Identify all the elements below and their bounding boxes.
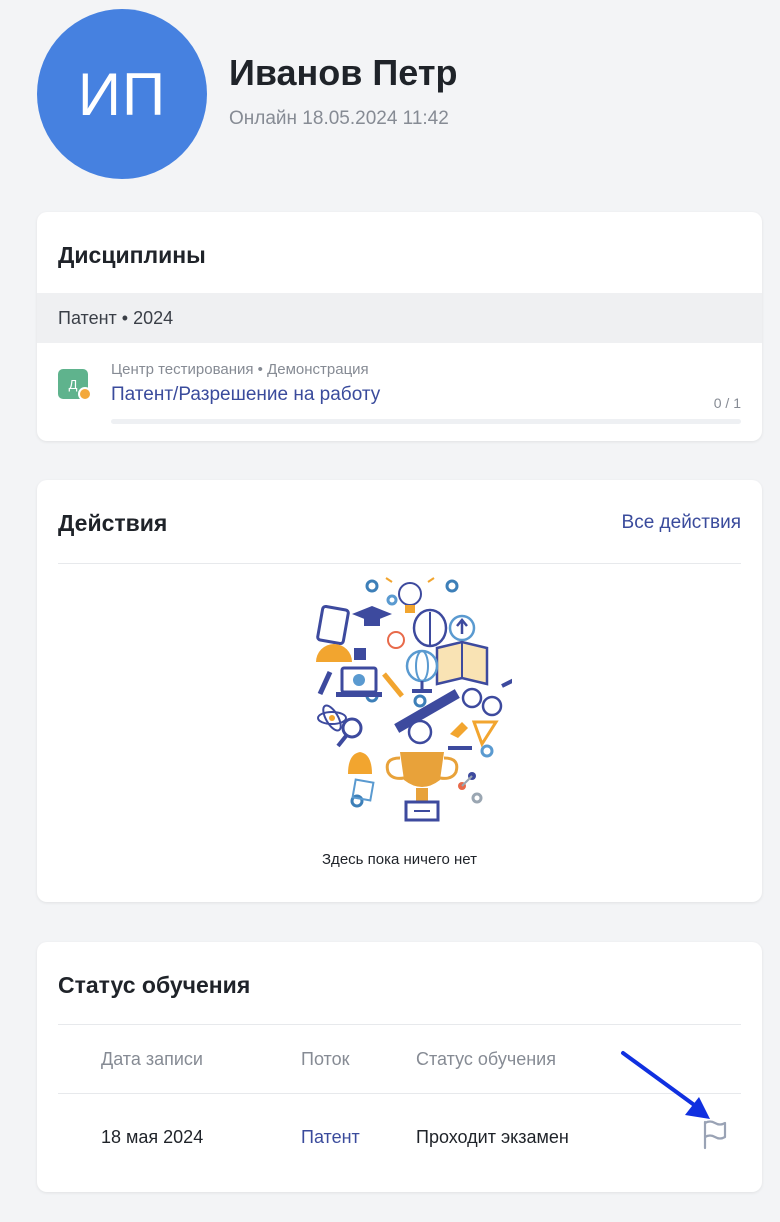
row-date: 18 мая 2024 (101, 1127, 204, 1147)
discipline-group-header: Патент • 2024 (37, 293, 762, 343)
column-header-status: Статус обучения (416, 1049, 556, 1069)
actions-title: Действия (58, 510, 168, 536)
flag-icon[interactable] (700, 1118, 728, 1150)
status-divider-top (58, 1024, 741, 1025)
clock-badge-icon (78, 387, 92, 401)
status-divider-header (58, 1093, 741, 1094)
discipline-group-label: Патент • 2024 (58, 307, 174, 328)
row-status: Проходит экзамен (416, 1127, 569, 1147)
discipline-progress-text: 0 / 1 (713, 395, 741, 411)
learning-status-card: Статус обучения Дата записи Поток Статус… (37, 942, 762, 1192)
education-illustration-icon (316, 577, 512, 822)
user-online-status: Онлайн 18.05.2024 11:42 (229, 108, 449, 129)
actions-divider (58, 563, 741, 564)
empty-state-text: Здесь пока ничего нет (322, 851, 477, 868)
discipline-link[interactable]: Патент/Разрешение на работу (111, 384, 380, 406)
discipline-progress-bar (111, 419, 741, 424)
column-header-date: Дата записи (101, 1049, 203, 1069)
disciplines-card: Дисциплины Патент • 2024 Д Центр тестиро… (37, 212, 762, 441)
row-stream-link[interactable]: Патент (301, 1127, 360, 1148)
actions-card: Действия Все действия Здесь пока ничего … (37, 480, 762, 902)
learning-status-title: Статус обучения (58, 972, 251, 998)
column-header-stream: Поток (301, 1049, 350, 1069)
user-name: Иванов Петр (229, 52, 458, 93)
disciplines-title: Дисциплины (58, 242, 206, 268)
all-actions-link[interactable]: Все действия (622, 512, 741, 534)
avatar: ИП (37, 9, 207, 179)
discipline-meta: Центр тестирования • Демонстрация (111, 361, 369, 378)
